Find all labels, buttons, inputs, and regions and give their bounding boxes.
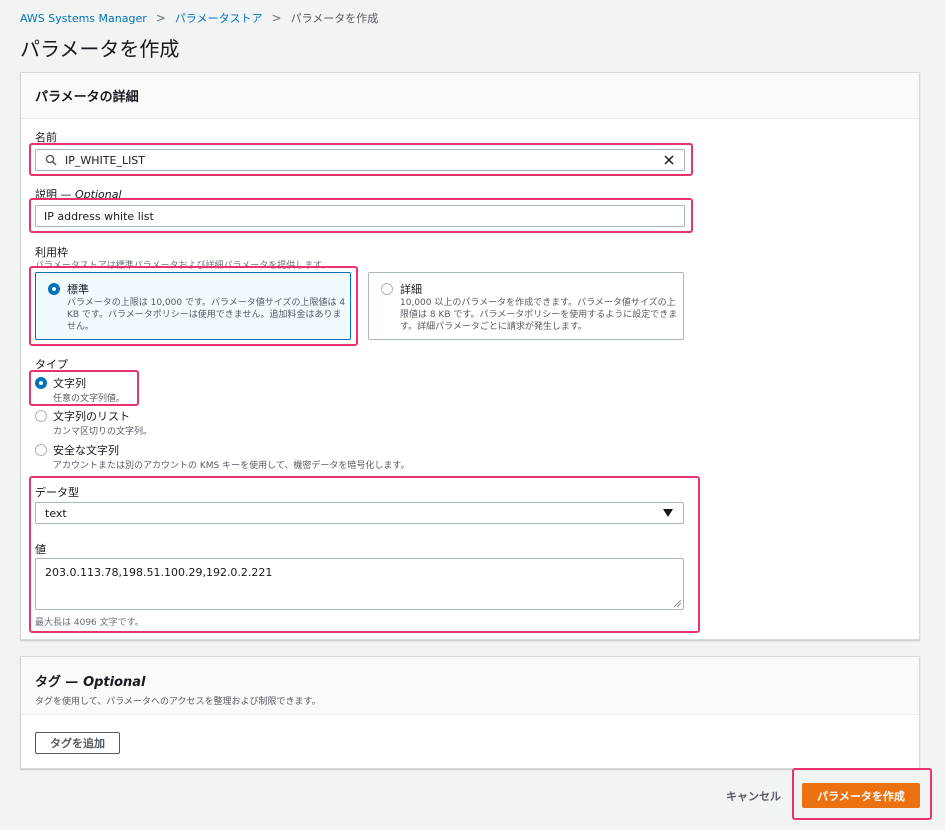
name-input[interactable]: IP_WHITE_LIST <box>35 149 685 171</box>
tier-standard-tile[interactable]: 標準 パラメータの上限は 10,000 です。パラメータ値サイズの上限値は 4 … <box>35 272 351 340</box>
cancel-button[interactable]: キャンセル <box>726 788 781 804</box>
resize-handle-icon[interactable] <box>673 599 681 607</box>
type-string-desc: 任意の文字列値。 <box>53 394 126 404</box>
tier-advanced-desc-2: 限値は 8 KB です。パラメータポリシーを使用するように設定できま <box>400 310 678 320</box>
name-value: IP_WHITE_LIST <box>65 153 146 167</box>
type-string-radio[interactable] <box>35 377 47 389</box>
panel-title: パラメータの詳細 <box>35 90 139 105</box>
type-stringlist-radio[interactable] <box>35 410 47 422</box>
description-value: IP address white list <box>44 209 154 223</box>
tier-standard-desc-2: KB です。パラメータポリシーは使用できません。追加料金はありま <box>67 310 342 320</box>
description-label-text: 説明 <box>35 188 57 201</box>
breadcrumb-current: パラメータを作成 <box>290 12 379 25</box>
tags-title-text: タグ <box>35 675 62 690</box>
tags-panel: タグ — Optional タグを使用して、パラメータへのアクセスを整理および制… <box>20 656 920 769</box>
breadcrumb: AWS Systems Manager > パラメータストア > パラメータを作… <box>20 10 378 26</box>
type-stringlist-title[interactable]: 文字列のリスト <box>53 408 130 424</box>
tier-advanced-tile[interactable]: 詳細 10,000 以上のパラメータを作成できます。パラメータ値サイズの上 限値… <box>368 272 684 340</box>
value-text: 203.0.113.78,198.51.100.29,192.0.2.221 <box>45 566 273 579</box>
search-icon <box>45 154 57 166</box>
tier-standard-desc: パラメータの上限は 10,000 です。パラメータ値サイズの上限値は 4 KB … <box>67 297 349 333</box>
type-securestring-radio[interactable] <box>35 444 47 456</box>
tier-advanced-desc-1: 10,000 以上のパラメータを作成できます。パラメータ値サイズの上 <box>400 298 676 308</box>
value-textarea[interactable]: 203.0.113.78,198.51.100.29,192.0.2.221 <box>35 558 684 610</box>
type-stringlist-desc: カンマ区切りの文字列。 <box>53 427 153 437</box>
page-title: パラメータを作成 <box>20 37 180 61</box>
tier-advanced-desc-3: す。詳細パラメータごとに請求が発生します。 <box>400 322 587 332</box>
add-tag-button[interactable]: タグを追加 <box>35 732 120 754</box>
type-securestring-title[interactable]: 安全な文字列 <box>53 442 119 458</box>
type-label: タイプ <box>35 358 68 371</box>
tags-title: タグ — Optional <box>35 671 905 690</box>
panel-header: パラメータの詳細 <box>21 73 919 119</box>
tier-standard-title: 標準 <box>67 283 89 296</box>
breadcrumb-parameter-store[interactable]: パラメータストア <box>175 10 263 26</box>
type-securestring-desc: アカウントまたは別のアカウントの KMS キーを使用して、機密データを暗号化しま… <box>53 461 410 471</box>
close-icon[interactable] <box>663 154 675 166</box>
caret-down-icon <box>663 509 673 517</box>
create-parameter-button[interactable]: パラメータを作成 <box>802 783 920 808</box>
name-label: 名前 <box>35 131 57 144</box>
breadcrumb-systems-manager[interactable]: AWS Systems Manager <box>20 12 147 25</box>
chevron-right-icon: > <box>271 11 282 25</box>
type-string-title[interactable]: 文字列 <box>53 375 86 391</box>
value-hint: 最大長は 4096 文字です。 <box>35 618 144 628</box>
tier-standard-radio[interactable] <box>48 283 60 295</box>
description-input[interactable]: IP address white list <box>35 205 685 227</box>
tags-description: タグを使用して、パラメータへのアクセスを整理および制限できます。 <box>35 697 321 707</box>
tier-advanced-radio[interactable] <box>381 283 393 295</box>
tier-description: パラメータストアは標準パラメータおよび詳細パラメータを提供します。 <box>35 261 331 271</box>
tier-advanced-title: 詳細 <box>400 283 422 296</box>
tier-standard-desc-1: パラメータの上限は 10,000 です。パラメータ値サイズの上限値は 4 <box>67 298 346 308</box>
tier-advanced-desc: 10,000 以上のパラメータを作成できます。パラメータ値サイズの上 限値は 8… <box>400 297 682 333</box>
value-label: 値 <box>35 543 46 556</box>
tags-header: タグ — Optional タグを使用して、パラメータへのアクセスを整理および制… <box>21 657 919 715</box>
description-optional: — Optional <box>60 188 122 201</box>
data-type-select[interactable]: text <box>35 502 684 524</box>
description-label: 説明 — Optional <box>35 186 122 202</box>
tier-standard-desc-3: せん。 <box>67 322 95 332</box>
data-type-value: text <box>45 506 67 520</box>
tags-optional: — Optional <box>65 675 146 690</box>
data-type-label: データ型 <box>35 486 79 499</box>
chevron-right-icon: > <box>155 11 166 25</box>
